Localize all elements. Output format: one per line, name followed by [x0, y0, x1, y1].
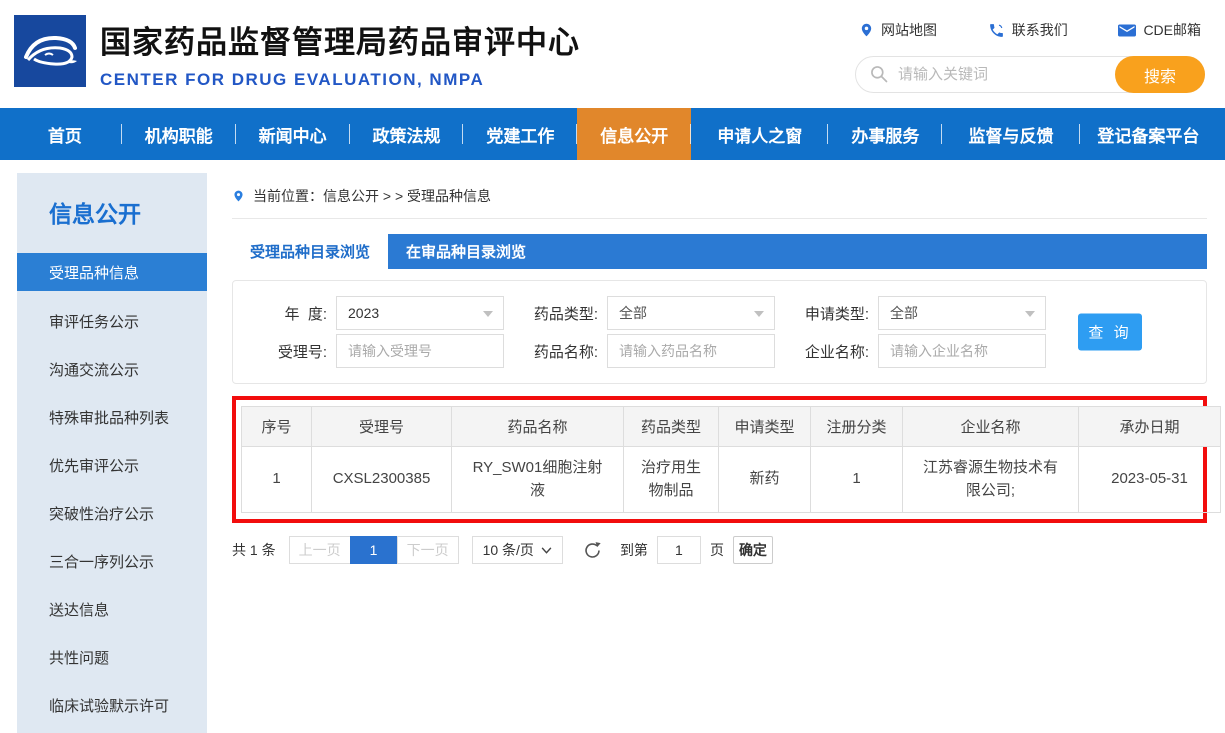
page-header: 国家药品监督管理局药品审评中心 CENTER FOR DRUG EVALUATI… [0, 0, 1225, 108]
mail-icon [1118, 23, 1136, 38]
site-subtitle: CENTER FOR DRUG EVALUATION, NMPA [100, 70, 580, 90]
query-button[interactable]: 查 询 [1078, 314, 1142, 351]
search-icon [869, 64, 889, 84]
apply-type-label: 申请类型: [789, 303, 869, 324]
table-header-row: 序号 受理号 药品名称 药品类型 申请类型 注册分类 企业名称 承办日期 [242, 407, 1221, 447]
total-count: 共 1 条 [232, 540, 276, 560]
nav-item-news[interactable]: 新闻中心 [236, 108, 350, 160]
cell-date: 2023-05-31 [1079, 447, 1221, 513]
search-button[interactable]: 搜索 [1115, 56, 1205, 93]
cde-logo [14, 15, 86, 87]
sidebar-item-clinical-trial-license[interactable]: 临床试验默示许可 [17, 681, 207, 729]
goto-page-input[interactable] [657, 536, 701, 564]
red-annotation-box: 序号 受理号 药品名称 药品类型 申请类型 注册分类 企业名称 承办日期 1 C… [232, 396, 1207, 523]
location-pin-icon [232, 188, 245, 204]
chevron-down-icon [754, 311, 764, 317]
goto-suffix: 页 [710, 540, 724, 560]
filter-panel: 年 度: 2023 药品类型: 全部 申请类型: 全部 [232, 280, 1207, 384]
nav-item-supervision-feedback[interactable]: 监督与反馈 [942, 108, 1079, 160]
header-accept-no: 受理号 [312, 407, 452, 447]
header-company: 企业名称 [903, 407, 1079, 447]
quick-links: 网站地图 联系我们 CDE邮箱 [855, 20, 1205, 40]
main-nav: 首页 机构职能 新闻中心 政策法规 党建工作 信息公开 申请人之窗 办事服务 监… [0, 108, 1225, 160]
site-title: 国家药品监督管理局药品审评中心 [100, 17, 580, 62]
cell-apply-type: 新药 [719, 447, 811, 513]
breadcrumb-text: 当前位置：信息公开 > > 受理品种信息 [253, 186, 491, 206]
cell-seq: 1 [242, 447, 312, 513]
nav-item-organization[interactable]: 机构职能 [122, 108, 236, 160]
page-size-select[interactable]: 10 条/页 [472, 536, 563, 564]
year-select[interactable]: 2023 [336, 296, 504, 330]
header-drug-type: 药品类型 [624, 407, 719, 447]
cell-reg-class: 1 [811, 447, 903, 513]
contact-label: 联系我们 [1012, 20, 1068, 40]
refresh-icon[interactable] [583, 541, 602, 560]
header-date: 承办日期 [1079, 407, 1221, 447]
cell-company: 江苏睿源生物技术有限公司; [903, 447, 1079, 513]
confirm-button[interactable]: 确定 [733, 536, 773, 564]
chevron-down-icon [1025, 311, 1035, 317]
cell-drug-type: 治疗用生物制品 [624, 447, 719, 513]
mail-link[interactable]: CDE邮箱 [1118, 20, 1201, 40]
prev-page-button[interactable]: 上一页 [289, 536, 351, 564]
next-page-button[interactable]: 下一页 [397, 536, 459, 564]
nav-item-info-disclosure[interactable]: 信息公开 [577, 108, 691, 160]
sidebar-item-three-in-one[interactable]: 三合一序列公示 [17, 537, 207, 585]
accept-no-input[interactable] [336, 334, 504, 368]
nav-item-party-building[interactable]: 党建工作 [463, 108, 577, 160]
nav-item-policy[interactable]: 政策法规 [350, 108, 464, 160]
chevron-down-icon [541, 547, 552, 554]
nav-item-registration-platform[interactable]: 登记备案平台 [1080, 108, 1217, 160]
goto-prefix: 到第 [620, 540, 648, 560]
apply-type-select[interactable]: 全部 [878, 296, 1046, 330]
nav-item-home[interactable]: 首页 [8, 108, 122, 160]
chevron-down-icon [483, 311, 493, 317]
tab-accepted-catalog[interactable]: 受理品种目录浏览 [232, 234, 388, 269]
sidebar-item-delivery-info[interactable]: 送达信息 [17, 585, 207, 633]
drug-name-input[interactable] [607, 334, 775, 368]
year-label: 年 度: [247, 303, 327, 324]
header-seq: 序号 [242, 407, 312, 447]
accept-no-label: 受理号: [247, 341, 327, 362]
sidebar-item-special-approval[interactable]: 特殊审批品种列表 [17, 393, 207, 441]
sidebar-item-priority-review[interactable]: 优先审评公示 [17, 441, 207, 489]
contact-link[interactable]: 联系我们 [988, 20, 1068, 40]
sidebar-item-accepted-varieties[interactable]: 受理品种信息 [17, 253, 207, 291]
results-table: 序号 受理号 药品名称 药品类型 申请类型 注册分类 企业名称 承办日期 1 C… [241, 406, 1221, 513]
site-search: 搜索 [855, 56, 1205, 93]
tab-bar: 受理品种目录浏览 在审品种目录浏览 [232, 234, 1207, 269]
tab-under-review-catalog[interactable]: 在审品种目录浏览 [388, 234, 544, 269]
header-reg-class: 注册分类 [811, 407, 903, 447]
site-title-block: 国家药品监督管理局药品审评中心 CENTER FOR DRUG EVALUATI… [100, 17, 580, 90]
sidebar-item-communication[interactable]: 沟通交流公示 [17, 345, 207, 393]
sitemap-link[interactable]: 网站地图 [859, 20, 937, 40]
sitemap-label: 网站地图 [881, 20, 937, 40]
company-input[interactable] [878, 334, 1046, 368]
breadcrumb: 当前位置：信息公开 > > 受理品种信息 [232, 186, 1207, 219]
cell-accept-no: CXSL2300385 [312, 447, 452, 513]
drug-name-label: 药品名称: [518, 341, 598, 362]
mail-label: CDE邮箱 [1143, 20, 1201, 40]
map-pin-icon [859, 21, 874, 39]
nav-item-applicant-window[interactable]: 申请人之窗 [691, 108, 828, 160]
sidebar: 信息公开 受理品种信息 审评任务公示 沟通交流公示 特殊审批品种列表 优先审评公… [17, 173, 207, 733]
cell-drug-name: RY_SW01细胞注射液 [452, 447, 624, 513]
pagination: 共 1 条 上一页 1 下一页 10 条/页 到第 页 确定 [232, 536, 1207, 564]
company-label: 企业名称: [789, 341, 869, 362]
table-row: 1 CXSL2300385 RY_SW01细胞注射液 治疗用生物制品 新药 1 … [242, 447, 1221, 513]
sidebar-item-common-issues[interactable]: 共性问题 [17, 633, 207, 681]
nav-item-services[interactable]: 办事服务 [828, 108, 942, 160]
sidebar-title: 信息公开 [17, 173, 207, 249]
drug-type-label: 药品类型: [518, 303, 598, 324]
header-drug-name: 药品名称 [452, 407, 624, 447]
header-apply-type: 申请类型 [719, 407, 811, 447]
page-1-button[interactable]: 1 [350, 536, 398, 564]
main-content: 当前位置：信息公开 > > 受理品种信息 受理品种目录浏览 在审品种目录浏览 年… [232, 186, 1207, 564]
sidebar-item-review-tasks[interactable]: 审评任务公示 [17, 297, 207, 345]
drug-type-select[interactable]: 全部 [607, 296, 775, 330]
sidebar-item-breakthrough-therapy[interactable]: 突破性治疗公示 [17, 489, 207, 537]
phone-icon [988, 22, 1005, 39]
